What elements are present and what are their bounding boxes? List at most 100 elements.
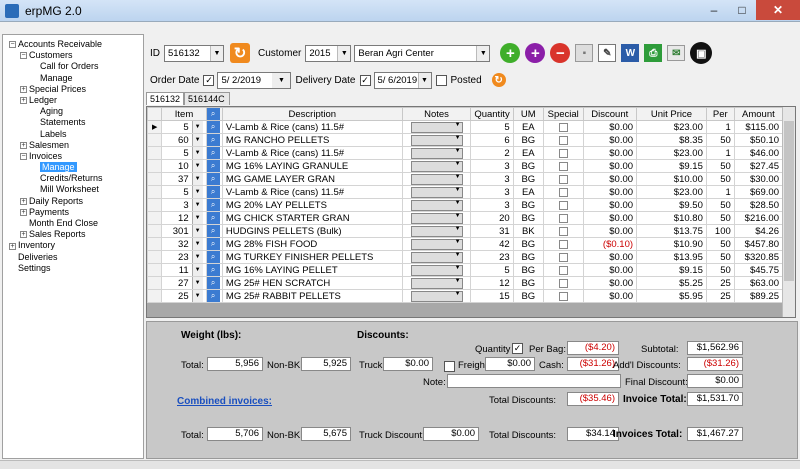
per-cell[interactable]: 25 bbox=[705, 289, 735, 303]
per-cell[interactable]: 50 bbox=[705, 133, 735, 147]
column-header[interactable]: Description bbox=[221, 107, 403, 121]
um-cell[interactable]: EA bbox=[512, 146, 544, 160]
item-search-cell[interactable]: ⌕ bbox=[205, 146, 223, 160]
save-icon[interactable]: ▪ bbox=[575, 44, 594, 62]
notes-dropdown[interactable] bbox=[410, 238, 463, 250]
row-header[interactable] bbox=[147, 133, 163, 147]
per-cell[interactable]: 25 bbox=[705, 276, 735, 290]
discount-cell[interactable]: $0.00 bbox=[582, 172, 638, 186]
special-checkbox[interactable] bbox=[558, 291, 568, 301]
tree-item[interactable]: − Customers bbox=[3, 50, 143, 61]
print-icon[interactable]: ⎙ bbox=[644, 44, 663, 62]
description-cell[interactable]: MG 20% LAY PELLETS bbox=[221, 198, 403, 212]
expand-icon[interactable]: + bbox=[20, 85, 27, 93]
table-row[interactable]: 11▼⌕MG 16% LAYING PELLET5BG$0.00$9.1550$… bbox=[147, 263, 784, 277]
tree-item[interactable]: + Daily Reports bbox=[3, 196, 143, 207]
order-date-picker[interactable]: 5/ 2/2019 bbox=[217, 71, 274, 89]
row-header[interactable] bbox=[147, 224, 163, 238]
special-cell[interactable] bbox=[542, 172, 584, 186]
notes-cell[interactable] bbox=[401, 276, 472, 290]
per-cell[interactable]: 50 bbox=[705, 237, 735, 251]
special-checkbox[interactable] bbox=[558, 239, 568, 249]
um-cell[interactable]: BG bbox=[512, 159, 544, 173]
per-cell[interactable]: 50 bbox=[705, 172, 735, 186]
notes-cell[interactable] bbox=[401, 159, 472, 173]
notes-cell[interactable] bbox=[401, 289, 472, 303]
notes-cell[interactable] bbox=[401, 250, 472, 264]
special-checkbox[interactable] bbox=[558, 148, 568, 158]
special-cell[interactable] bbox=[542, 185, 584, 199]
um-cell[interactable]: EA bbox=[512, 185, 544, 199]
chevron-down-icon[interactable]: ▼ bbox=[191, 173, 203, 185]
item-cell[interactable]: 3 ▼ bbox=[161, 198, 207, 212]
special-checkbox[interactable] bbox=[558, 135, 568, 145]
discount-cell[interactable]: $0.00 bbox=[582, 133, 638, 147]
tree-item[interactable]: Aging bbox=[3, 106, 143, 117]
special-checkbox[interactable] bbox=[558, 161, 568, 171]
special-checkbox[interactable] bbox=[558, 187, 568, 197]
per-cell[interactable]: 1 bbox=[705, 185, 735, 199]
scrollbar-thumb[interactable] bbox=[784, 121, 794, 281]
search-icon[interactable]: ⌕ bbox=[207, 238, 220, 250]
expand-icon[interactable]: + bbox=[9, 242, 16, 250]
final-discount-value[interactable]: $0.00 bbox=[687, 374, 743, 388]
chevron-down-icon[interactable]: ▼ bbox=[191, 160, 203, 172]
table-row[interactable]: 27▼⌕MG 25# HEN SCRATCH12BG$0.00$5.2525$6… bbox=[147, 276, 784, 290]
quantity-cell[interactable]: 23 bbox=[470, 250, 514, 264]
row-header[interactable] bbox=[147, 172, 163, 186]
chevron-down-icon[interactable]: ▼ bbox=[191, 147, 203, 159]
delivery-date-picker[interactable]: 5/ 6/2019 ▼ bbox=[373, 71, 432, 89]
um-cell[interactable]: BG bbox=[512, 263, 544, 277]
search-icon[interactable]: ⌕ bbox=[207, 121, 220, 133]
quantity-cell[interactable]: 5 bbox=[470, 120, 514, 134]
refresh-icon[interactable]: ↻ bbox=[491, 73, 506, 87]
discount-cell[interactable]: $0.00 bbox=[582, 263, 638, 277]
row-header[interactable] bbox=[147, 159, 163, 173]
expand-icon[interactable]: + bbox=[20, 97, 27, 105]
description-cell[interactable]: MG 25# RABBIT PELLETS bbox=[221, 289, 403, 303]
tree-item[interactable]: Manage bbox=[3, 73, 143, 84]
item-cell[interactable]: 27 ▼ bbox=[161, 276, 207, 290]
um-cell[interactable]: BG bbox=[512, 289, 544, 303]
per-cell[interactable]: 1 bbox=[705, 146, 735, 160]
delivery-date-checkbox[interactable]: ✓ bbox=[359, 74, 371, 86]
search-icon[interactable]: ⌕ bbox=[207, 160, 220, 172]
quantity-cell[interactable]: 5 bbox=[470, 263, 514, 277]
row-header[interactable] bbox=[147, 211, 163, 225]
discount-cell[interactable]: $0.00 bbox=[582, 185, 638, 199]
description-cell[interactable]: MG GAME LAYER GRAN bbox=[221, 172, 403, 186]
unit-price-cell[interactable]: $5.95 bbox=[636, 289, 707, 303]
chevron-down-icon[interactable]: ▼ bbox=[191, 264, 203, 276]
quantity-cell[interactable]: 6 bbox=[470, 133, 514, 147]
chevron-down-icon[interactable]: ▼ bbox=[191, 212, 203, 224]
item-cell[interactable]: 5 ▼ bbox=[161, 146, 207, 160]
item-cell[interactable]: 5 ▼ bbox=[161, 185, 207, 199]
search-icon[interactable]: ⌕ bbox=[207, 251, 220, 263]
table-row[interactable]: ▶5▼⌕V-Lamb & Rice (cans) 11.5#5EA$0.00$2… bbox=[147, 120, 784, 134]
row-header[interactable] bbox=[147, 289, 163, 303]
chevron-down-icon[interactable]: ▼ bbox=[191, 277, 203, 289]
special-checkbox[interactable] bbox=[558, 265, 568, 275]
per-cell[interactable]: 50 bbox=[705, 250, 735, 264]
unit-price-cell[interactable]: $9.50 bbox=[636, 198, 707, 212]
item-search-cell[interactable]: ⌕ bbox=[205, 211, 223, 225]
special-checkbox[interactable] bbox=[558, 200, 568, 210]
row-header[interactable] bbox=[147, 237, 163, 251]
column-header[interactable]: Notes bbox=[401, 107, 472, 121]
description-cell[interactable]: MG RANCHO PELLETS bbox=[221, 133, 403, 147]
um-cell[interactable]: EA bbox=[512, 120, 544, 134]
special-checkbox[interactable] bbox=[558, 213, 568, 223]
column-header[interactable]: Discount bbox=[582, 107, 638, 121]
table-row[interactable]: 23▼⌕MG TURKEY FINISHER PELLETS23BG$0.00$… bbox=[147, 250, 784, 264]
tree-item[interactable]: + Inventory bbox=[3, 240, 143, 251]
item-search-cell[interactable]: ⌕ bbox=[205, 276, 223, 290]
description-cell[interactable]: MG 25# HEN SCRATCH bbox=[221, 276, 403, 290]
discount-cell[interactable]: $0.00 bbox=[582, 289, 638, 303]
special-cell[interactable] bbox=[542, 120, 584, 134]
table-row[interactable]: 301▼⌕HUDGINS PELLETS (Bulk)31BK$0.00$13.… bbox=[147, 224, 784, 238]
quantity-cell[interactable]: 3 bbox=[470, 159, 514, 173]
notes-dropdown[interactable] bbox=[410, 121, 463, 133]
notes-cell[interactable] bbox=[401, 237, 472, 251]
chevron-down-icon[interactable]: ▼ bbox=[191, 251, 203, 263]
search-icon[interactable]: ⌕ bbox=[207, 199, 220, 211]
